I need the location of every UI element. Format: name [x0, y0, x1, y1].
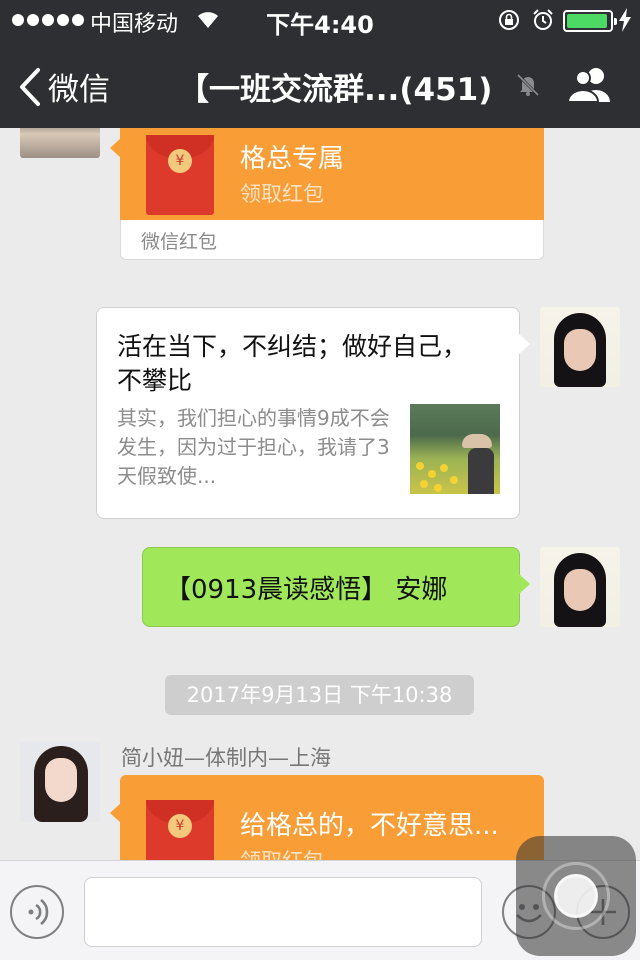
voice-icon — [28, 898, 49, 926]
charging-bolt-icon — [619, 8, 631, 32]
my-avatar[interactable] — [540, 307, 620, 387]
chat-area[interactable]: ¥ 格总专属 领取红包 微信红包 活在当下，不纠结；做好自己，不攀比 其实，我们… — [0, 128, 640, 860]
sender-avatar[interactable] — [20, 128, 100, 158]
link-card-title: 活在当下，不纠结；做好自己，不攀比 — [117, 332, 468, 395]
message-input[interactable] — [84, 877, 482, 947]
link-card-message[interactable]: 活在当下，不纠结；做好自己，不攀比 其实，我们担心的事情9成不会发生，因为过于担… — [96, 307, 530, 519]
link-card-thumbnail — [410, 404, 500, 494]
message-timestamp: 2017年9月13日 下午10:38 — [165, 675, 474, 715]
red-packet-body: ¥ 格总专属 领取红包 — [120, 128, 544, 220]
top-bar: 中国移动 下午4:40 微信 【一班交流群...(451) — [0, 0, 640, 128]
red-packet-footer-label: 微信红包 — [141, 231, 218, 253]
chevron-left-icon — [20, 67, 40, 106]
voice-button[interactable] — [10, 885, 64, 939]
assistive-touch-button[interactable] — [516, 836, 636, 956]
mute-bell-icon — [516, 73, 540, 97]
red-packet-message[interactable]: ¥ 给格总的，不好意思... 领取红包 — [110, 775, 544, 860]
status-bar: 中国移动 下午4:40 — [0, 0, 640, 40]
red-packet-title: 格总专属 — [240, 144, 345, 174]
red-packet-subtitle: 领取红包 — [240, 182, 324, 206]
red-packet-title: 给格总的，不好意思... — [240, 811, 499, 841]
my-avatar[interactable] — [540, 547, 620, 627]
red-packet-message[interactable]: ¥ 格总专属 领取红包 微信红包 — [110, 128, 544, 260]
text-message: 【0913晨读感悟】 安娜 — [165, 575, 448, 605]
back-label: 微信 — [48, 72, 110, 108]
battery-icon — [563, 10, 617, 32]
alarm-icon — [533, 9, 553, 30]
red-envelope-icon: ¥ — [146, 800, 214, 860]
nav-bar: 微信 【一班交流群...(451) — [0, 40, 640, 128]
text-message-bubble[interactable]: 【0913晨读感悟】 安娜 — [142, 547, 530, 627]
sender-name: 简小妞—体制内—上海 — [121, 746, 331, 770]
group-members-icon[interactable] — [566, 66, 614, 102]
link-card-description: 其实，我们担心的事情9成不会发生，因为过于担心，我请了3天假致使... — [117, 406, 390, 488]
chat-title: 【一班交流群...(451) — [178, 72, 493, 108]
red-packet-body: ¥ 给格总的，不好意思... 领取红包 — [120, 775, 544, 860]
back-button[interactable]: 微信 — [18, 64, 110, 109]
red-envelope-icon: ¥ — [146, 135, 214, 215]
red-packet-footer: 微信红包 — [120, 220, 544, 260]
red-packet-subtitle: 领取红包 — [240, 845, 324, 860]
rotation-lock-icon — [499, 10, 519, 30]
sender-avatar[interactable] — [20, 742, 100, 822]
